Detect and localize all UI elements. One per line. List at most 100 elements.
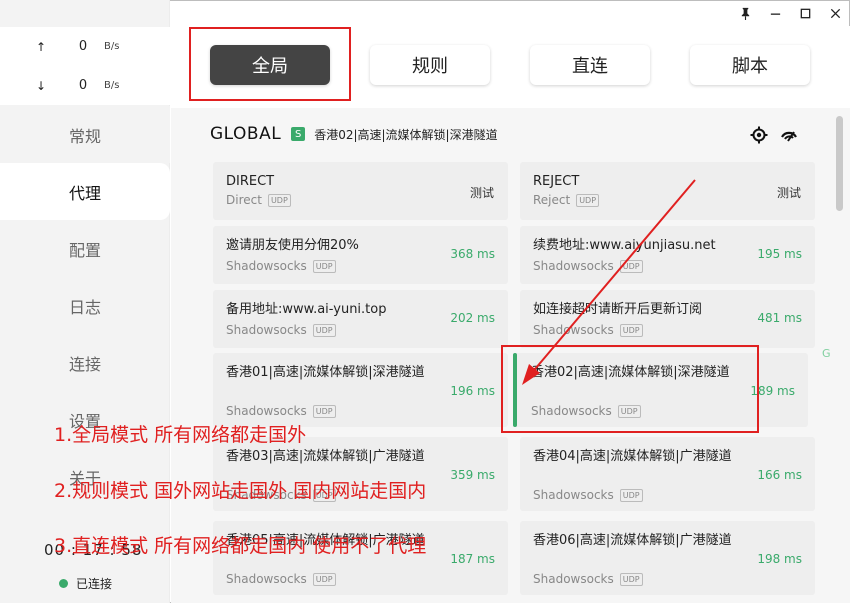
udp-badge: UDP xyxy=(312,572,336,586)
sidebar: ↑ 0 B/s ↓ 0 B/s 常规 代理 配置 日志 连接 设置 关于 00 … xyxy=(0,0,170,603)
udp-badge: UDP xyxy=(619,259,643,273)
proxy-meta: Direct UDP xyxy=(226,193,291,207)
annotation-global-mode: 1.全局模式 所有网络都走国外 xyxy=(54,424,307,446)
proxy-card[interactable]: 如连接超时请断开后更新订阅 Shadowsocks UDP 481 ms xyxy=(520,290,815,348)
selected-proxy-annotation-box xyxy=(501,345,759,433)
stray-letter: G xyxy=(822,347,831,360)
proxy-meta: Shadowsocks UDP xyxy=(533,323,643,337)
proxy-type: Direct xyxy=(226,193,262,207)
title-bar xyxy=(730,0,850,26)
proxy-card[interactable]: 邀请朋友使用分佣20% Shadowsocks UDP 368 ms xyxy=(213,226,508,284)
proxy-card[interactable]: 香港06|高速|流媒体解锁|广港隧道 Shadowsocks UDP 198 m… xyxy=(520,521,815,595)
mode-rule-button[interactable]: 规则 xyxy=(370,45,490,85)
proxy-name: 续费地址:www.aiyunjiasu.net xyxy=(533,238,716,253)
group-header: GLOBAL S 香港02|高速|流媒体解锁|深港隧道 xyxy=(210,124,498,144)
proxy-name: 备用地址:www.ai-yuni.top xyxy=(226,302,387,317)
upload-value: 0 xyxy=(78,39,88,54)
proxy-meta: Shadowsocks UDP xyxy=(226,572,336,586)
proxy-card-reject[interactable]: REJECT Reject UDP 测试 xyxy=(520,162,815,220)
udp-badge: UDP xyxy=(576,193,600,207)
proxy-meta: Shadowsocks UDP xyxy=(226,404,336,418)
sidebar-item-general[interactable]: 常规 xyxy=(0,106,170,163)
proxy-type: Reject xyxy=(533,193,571,207)
proxy-delay[interactable]: 481 ms xyxy=(757,311,802,325)
proxy-card-direct[interactable]: DIRECT Direct UDP 测试 xyxy=(213,162,508,220)
mode-bar: 全局 规则 直连 脚本 xyxy=(171,26,850,108)
status-text: 已连接 xyxy=(76,577,113,591)
proxy-card[interactable]: 香港01|高速|流媒体解锁|深港隧道 Shadowsocks UDP 196 m… xyxy=(213,353,508,427)
udp-badge: UDP xyxy=(312,259,336,273)
proxy-type: Shadowsocks xyxy=(226,572,307,586)
proxy-card[interactable]: 香港04|高速|流媒体解锁|广港隧道 Shadowsocks UDP 166 m… xyxy=(520,437,815,511)
sidebar-item-logs[interactable]: 日志 xyxy=(0,277,170,334)
mode-direct-button[interactable]: 直连 xyxy=(530,45,650,85)
annotation-direct-mode: 3.直连模式 所有网络都走国内 使用不了代理 xyxy=(54,535,427,557)
udp-badge: UDP xyxy=(312,404,336,418)
proxy-name: DIRECT xyxy=(226,174,275,189)
proxy-card[interactable]: 备用地址:www.ai-yuni.top Shadowsocks UDP 202… xyxy=(213,290,508,348)
proxy-name: 如连接超时请断开后更新订阅 xyxy=(533,302,703,317)
proxy-delay[interactable]: 166 ms xyxy=(757,468,802,482)
proxy-name: 香港01|高速|流媒体解锁|深港隧道 xyxy=(226,365,425,380)
speed-test-icon[interactable] xyxy=(780,126,798,144)
udp-badge: UDP xyxy=(619,323,643,337)
group-selected-proxy: 香港02|高速|流媒体解锁|深港隧道 xyxy=(314,127,498,142)
proxy-meta: Shadowsocks UDP xyxy=(226,259,336,273)
sidebar-item-proxies[interactable]: 代理 xyxy=(0,163,170,220)
proxy-delay[interactable]: 198 ms xyxy=(757,552,802,566)
close-icon[interactable] xyxy=(820,0,850,26)
download-unit: B/s xyxy=(104,80,120,91)
status-dot-icon xyxy=(59,579,68,588)
download-value: 0 xyxy=(78,78,88,93)
download-arrow-icon: ↓ xyxy=(36,78,47,93)
test-button[interactable]: 测试 xyxy=(470,184,494,201)
proxy-meta: Shadowsocks UDP xyxy=(226,323,336,337)
proxy-name: REJECT xyxy=(533,174,580,189)
proxy-delay[interactable]: 187 ms xyxy=(450,552,495,566)
upload-arrow-icon: ↑ xyxy=(36,39,47,54)
udp-badge: UDP xyxy=(619,488,643,502)
sidebar-item-profiles[interactable]: 配置 xyxy=(0,220,170,277)
mode-highlight-annotation xyxy=(189,27,351,101)
proxy-name: 香港06|高速|流媒体解锁|广港隧道 xyxy=(533,533,732,548)
udp-badge: UDP xyxy=(267,193,291,207)
scrollbar[interactable] xyxy=(836,116,843,211)
minimize-icon[interactable] xyxy=(760,0,790,26)
udp-badge: UDP xyxy=(619,572,643,586)
proxy-name: 香港04|高速|流媒体解锁|广港隧道 xyxy=(533,449,732,464)
connection-status: 已连接 xyxy=(59,575,112,592)
proxy-meta: Reject UDP xyxy=(533,193,600,207)
locate-icon[interactable] xyxy=(750,126,768,144)
test-button[interactable]: 测试 xyxy=(777,184,801,201)
group-actions xyxy=(750,126,798,144)
proxy-type: Shadowsocks xyxy=(533,259,614,273)
proxy-type: Shadowsocks xyxy=(533,572,614,586)
sidebar-item-connections[interactable]: 连接 xyxy=(0,334,170,391)
proxy-delay[interactable]: 368 ms xyxy=(450,247,495,261)
proxy-delay[interactable]: 202 ms xyxy=(450,311,495,325)
annotation-rule-mode: 2.规则模式 国外网站走国外 国内网站走国内 xyxy=(54,480,427,502)
main-panel: 全局 规则 直连 脚本 GLOBAL S 香港02|高速|流媒体解锁|深港隧道 … xyxy=(171,26,850,603)
proxy-name: 邀请朋友使用分佣20% xyxy=(226,238,359,253)
group-type-badge: S xyxy=(291,127,306,141)
download-speed: ↓ 0 B/s xyxy=(36,78,119,93)
proxy-type: Shadowsocks xyxy=(533,488,614,502)
proxy-delay[interactable]: 359 ms xyxy=(450,468,495,482)
maximize-icon[interactable] xyxy=(790,0,820,26)
proxy-meta: Shadowsocks UDP xyxy=(533,488,643,502)
group-title: GLOBAL xyxy=(210,124,282,144)
pin-icon[interactable] xyxy=(730,0,760,26)
proxy-type: Shadowsocks xyxy=(226,259,307,273)
udp-badge: UDP xyxy=(312,323,336,337)
proxy-type: Shadowsocks xyxy=(226,404,307,418)
traffic-panel: ↑ 0 B/s ↓ 0 B/s xyxy=(0,27,170,105)
proxy-delay[interactable]: 195 ms xyxy=(757,247,802,261)
proxy-delay[interactable]: 196 ms xyxy=(450,384,495,398)
proxy-meta: Shadowsocks UDP xyxy=(533,572,643,586)
proxy-card[interactable]: 续费地址:www.aiyunjiasu.net Shadowsocks UDP … xyxy=(520,226,815,284)
upload-speed: ↑ 0 B/s xyxy=(36,39,119,54)
proxy-type: Shadowsocks xyxy=(533,323,614,337)
proxy-type: Shadowsocks xyxy=(226,323,307,337)
mode-script-button[interactable]: 脚本 xyxy=(690,45,810,85)
upload-unit: B/s xyxy=(104,41,120,52)
